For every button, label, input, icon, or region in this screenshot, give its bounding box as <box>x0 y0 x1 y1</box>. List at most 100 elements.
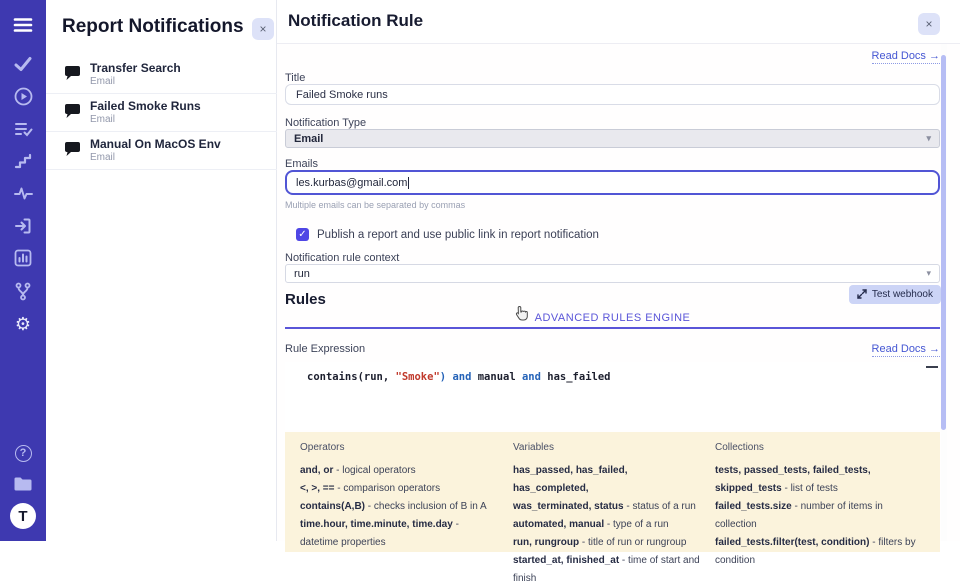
help-column-header: Collections <box>715 442 925 453</box>
rules-help-panel: Operators and, or - logical operators <,… <box>285 432 940 552</box>
sidebar-item-plans[interactable] <box>0 117 46 141</box>
branch-icon <box>14 282 32 301</box>
chat-bubble-icon <box>63 65 82 87</box>
list-item-title: Manual On MacOS Env <box>90 137 221 151</box>
main-close-button[interactable]: × <box>918 13 940 35</box>
main-header: Notification Rule × <box>277 0 960 44</box>
app-sidebar: ⚙ ? T <box>0 0 46 541</box>
emails-label: Emails <box>285 158 318 170</box>
sidebar-item-runs[interactable] <box>0 84 46 108</box>
page-title: Notification Rule <box>288 11 423 31</box>
test-webhook-label: Test webhook <box>872 289 933 300</box>
context-value: run <box>294 268 310 280</box>
mouse-cursor-pointer <box>515 305 528 326</box>
sign-in-icon <box>14 217 32 235</box>
emails-input[interactable]: les.kurbas@gmail.com <box>285 170 940 195</box>
help-row: has_passed, has_failed, has_completed, <box>513 462 700 498</box>
help-row: failed_tests.size - number of items in c… <box>715 498 925 534</box>
emails-hint: Multiple emails can be separated by comm… <box>285 200 465 210</box>
list-item-subtitle: Email <box>90 114 115 125</box>
editor-scrollbar-dash <box>926 366 938 368</box>
tab-active-indicator <box>285 327 940 329</box>
help-column-variables: Variables has_passed, has_failed, has_co… <box>513 442 700 588</box>
list-item-subtitle: Email <box>90 152 115 163</box>
emails-value: les.kurbas@gmail.com <box>296 177 407 189</box>
help-row: run, rungroup - title of run or rungroup <box>513 534 700 552</box>
sidebar-item-import[interactable] <box>0 214 46 238</box>
text-cursor <box>408 177 409 189</box>
panel-title: Report Notifications <box>62 16 244 38</box>
notification-type-value: Email <box>294 133 323 145</box>
list-item[interactable]: Transfer Search Email <box>46 56 277 94</box>
help-row: <, >, == - comparison operators <box>300 480 498 498</box>
title-input[interactable] <box>285 84 940 105</box>
sidebar-item-settings[interactable]: ⚙ <box>0 312 46 336</box>
rule-expression-label: Rule Expression <box>285 343 365 355</box>
panel-close-button[interactable]: × <box>252 18 274 40</box>
help-column-header: Operators <box>300 442 498 453</box>
question-icon: ? <box>15 445 32 462</box>
help-row: automated, manual - type of a run <box>513 516 700 534</box>
help-row: started_at, finished_at - time of start … <box>513 552 700 588</box>
sidebar-item-milestones[interactable] <box>0 149 46 173</box>
help-row: failed_tests.filter(test, condition) - f… <box>715 534 925 570</box>
tab-advanced-rules-engine[interactable]: ADVANCED RULES ENGINE <box>535 312 691 324</box>
menu-icon <box>13 17 33 33</box>
notification-rule-panel: Notification Rule × Read Docs → Title No… <box>277 0 960 541</box>
title-label: Title <box>285 72 305 84</box>
folder-icon <box>13 476 33 492</box>
publish-checkbox[interactable]: ✓ <box>296 228 309 241</box>
list-item[interactable]: Manual On MacOS Env Email <box>46 132 277 170</box>
help-row: and, or - logical operators <box>300 462 498 480</box>
list-item-subtitle: Email <box>90 76 115 87</box>
help-row: time.hour, time.minute, time.day - datet… <box>300 516 498 552</box>
list-item-title: Transfer Search <box>90 61 181 75</box>
help-row: tests, passed_tests, failed_tests, skipp… <box>715 462 925 498</box>
webhook-icon <box>857 286 867 304</box>
help-row: contains(A,B) - checks inclusion of B in… <box>300 498 498 516</box>
sidebar-item-analytics[interactable] <box>0 246 46 270</box>
activity-pulse-icon <box>14 186 33 201</box>
scrollbar-thumb[interactable] <box>941 55 946 430</box>
sidebar-item-activity[interactable] <box>0 181 46 205</box>
rules-heading: Rules <box>285 291 326 308</box>
sidebar-item-projects[interactable] <box>0 472 46 496</box>
help-row: was_terminated, status - status of a run <box>513 498 700 516</box>
list-item[interactable]: Failed Smoke Runs Email <box>46 94 277 132</box>
test-webhook-button[interactable]: Test webhook <box>849 285 941 304</box>
notification-type-label: Notification Type <box>285 117 366 129</box>
sidebar-item-branches[interactable] <box>0 279 46 303</box>
gear-icon: ⚙ <box>15 315 31 333</box>
play-circle-icon <box>14 87 33 106</box>
notification-list: Transfer Search Email Failed Smoke Runs … <box>46 56 277 170</box>
context-select[interactable]: run ▾ <box>285 264 940 283</box>
app-logo[interactable]: T <box>0 502 46 530</box>
sidebar-item-help[interactable]: ? <box>0 441 46 465</box>
help-column-collections: Collections tests, passed_tests, failed_… <box>715 442 925 588</box>
close-icon: × <box>925 17 932 31</box>
list-item-title: Failed Smoke Runs <box>90 99 201 113</box>
bar-chart-icon <box>14 249 32 267</box>
publish-checkbox-row[interactable]: ✓ Publish a report and use public link i… <box>296 228 599 241</box>
main-scrollbar <box>941 44 947 541</box>
chat-bubble-icon <box>63 103 82 125</box>
steps-icon <box>14 153 32 169</box>
sidebar-item-tests[interactable] <box>0 52 46 76</box>
chevron-down-icon: ▾ <box>926 133 931 144</box>
close-icon: × <box>259 22 266 36</box>
read-docs-link-2[interactable]: Read Docs → <box>872 343 940 357</box>
read-docs-link[interactable]: Read Docs → <box>872 50 940 64</box>
chat-bubble-icon <box>63 141 82 163</box>
report-notifications-panel: Report Notifications × Transfer Search E… <box>46 0 277 541</box>
menu-button[interactable] <box>0 13 46 37</box>
check-icon <box>14 56 32 72</box>
publish-checkbox-label: Publish a report and use public link in … <box>317 229 599 241</box>
chevron-down-icon: ▾ <box>926 268 931 279</box>
rule-expression-editor[interactable]: contains(run, "Smoke") and manual and ha… <box>285 362 940 430</box>
context-label: Notification rule context <box>285 252 399 264</box>
notification-type-select[interactable]: Email ▾ <box>285 129 940 148</box>
list-check-icon <box>14 121 33 138</box>
check-icon: ✓ <box>298 229 306 240</box>
help-column-operators: Operators and, or - logical operators <,… <box>300 442 498 588</box>
logo-icon: T <box>10 503 36 529</box>
